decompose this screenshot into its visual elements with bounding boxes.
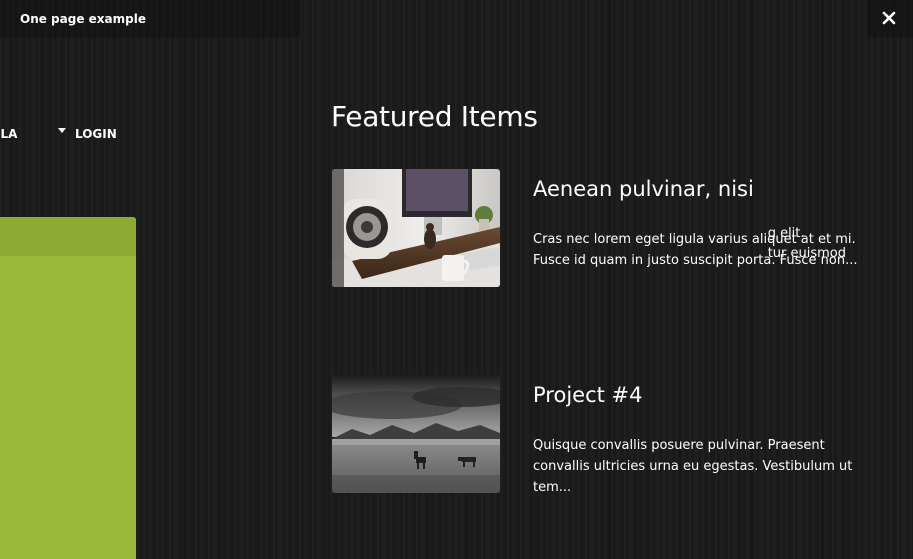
- featured-item-title[interactable]: Aenean pulvinar, nisi: [533, 177, 754, 201]
- nav-item-partial[interactable]: ILA: [0, 127, 17, 141]
- featured-item-title[interactable]: Project #4: [533, 383, 642, 407]
- desk-speaker-photo: [332, 169, 500, 287]
- featured-item-thumbnail[interactable]: [332, 375, 500, 493]
- close-icon: [882, 11, 896, 25]
- green-panel: [0, 217, 136, 559]
- green-panel-header: [0, 217, 136, 256]
- featured-heading: Featured Items: [331, 100, 538, 133]
- close-button[interactable]: [867, 0, 913, 37]
- horses-landscape-photo: [332, 375, 500, 493]
- window-title: One page example: [20, 12, 146, 26]
- featured-item-thumbnail[interactable]: [332, 169, 500, 287]
- caret-down-icon: [58, 128, 66, 133]
- featured-item-excerpt: Quisque convallis posuere pulvinar. Prae…: [533, 438, 853, 495]
- nav-item-login-label: LOGIN: [75, 127, 117, 141]
- nav-item-login[interactable]: LOGIN: [58, 127, 117, 141]
- top-bar: One page example: [0, 0, 300, 38]
- featured-item-excerpt: Cras nec lorem eget ligula varius alique…: [533, 232, 858, 268]
